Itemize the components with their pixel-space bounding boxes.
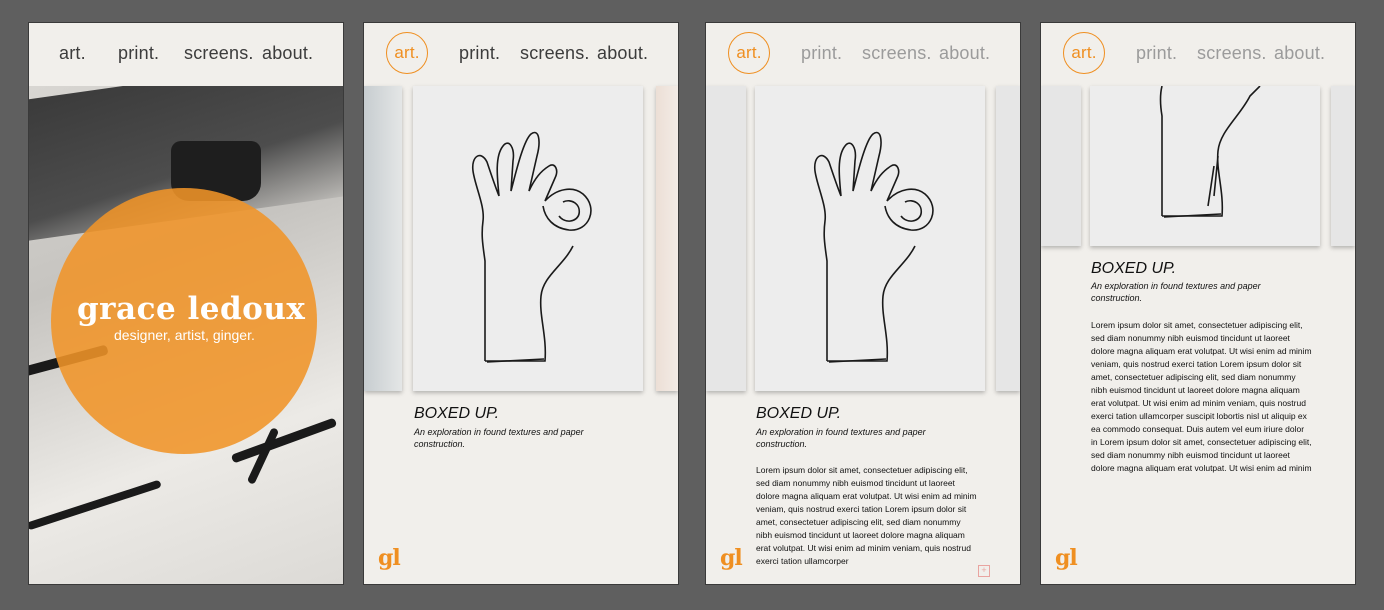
slide-next[interactable] (656, 86, 678, 391)
hero-tagline: designer, artist, ginger. (114, 327, 255, 343)
project-title: BOXED UP. (756, 405, 842, 422)
gl-logo[interactable]: gl (378, 545, 401, 571)
project-subtitle: An exploration in found textures and pap… (756, 427, 926, 449)
nav-screens[interactable]: screens. (520, 43, 590, 64)
nav-about[interactable]: about. (262, 43, 313, 64)
nav-art-active[interactable]: art. (1063, 32, 1105, 74)
slide-next[interactable] (1331, 86, 1355, 246)
nav-about[interactable]: about. (939, 43, 990, 64)
top-nav: art. print. screens. about. (29, 23, 343, 85)
project-subtitle: An exploration in found textures and pap… (414, 427, 584, 449)
nav-print[interactable]: print. (1136, 43, 1177, 64)
nav-print[interactable]: print. (801, 43, 842, 64)
project-title: BOXED UP. (414, 405, 500, 422)
slide-current[interactable] (1090, 86, 1320, 246)
slide-current[interactable] (413, 86, 643, 391)
wire-hand-ok-icon (471, 131, 592, 363)
nav-print[interactable]: print. (459, 43, 500, 64)
gl-logo[interactable]: gl (720, 545, 743, 571)
plus-square-icon[interactable]: + (978, 565, 990, 577)
wire-hand-ok-icon (1159, 86, 1261, 218)
slide-prev[interactable] (706, 86, 746, 391)
top-nav: art. print. screens. about. (706, 23, 1020, 85)
nav-screens[interactable]: screens. (184, 43, 254, 64)
project-title: BOXED UP. (1091, 260, 1177, 277)
nav-print[interactable]: print. (118, 43, 159, 64)
slide-next[interactable] (996, 86, 1020, 391)
nav-about[interactable]: about. (1274, 43, 1325, 64)
art-screen-2: art. print. screens. about. BOXED UP. An… (706, 23, 1020, 584)
slide-prev[interactable] (364, 86, 402, 391)
nav-screens[interactable]: screens. (862, 43, 932, 64)
top-nav: art. print. screens. about. (364, 23, 678, 85)
nav-screens[interactable]: screens. (1197, 43, 1267, 64)
project-body: Lorem ipsum dolor sit amet, consectetuer… (1091, 320, 1312, 473)
nav-about[interactable]: about. (597, 43, 648, 64)
slide-current[interactable] (755, 86, 985, 391)
top-nav: art. print. screens. about. (1041, 23, 1355, 85)
wire-hand-ok-icon (813, 131, 934, 363)
gl-logo[interactable]: gl (1055, 545, 1078, 571)
art-screen-3: art. print. screens. about. BOXED UP. An… (1041, 23, 1355, 584)
project-subtitle: An exploration in found textures and pap… (1091, 281, 1261, 303)
nav-art[interactable]: art. (59, 43, 86, 64)
art-screen-1: art. print. screens. about. BOXED UP. An… (364, 23, 678, 584)
nav-art-active[interactable]: art. (728, 32, 770, 74)
nav-art-active[interactable]: art. (386, 32, 428, 74)
home-screen: art. print. screens. about. grace ledoux… (29, 23, 343, 584)
slide-prev[interactable] (1041, 86, 1081, 246)
hero-name: grace ledoux (77, 291, 306, 327)
project-body: Lorem ipsum dolor sit amet, consectetuer… (756, 465, 977, 566)
